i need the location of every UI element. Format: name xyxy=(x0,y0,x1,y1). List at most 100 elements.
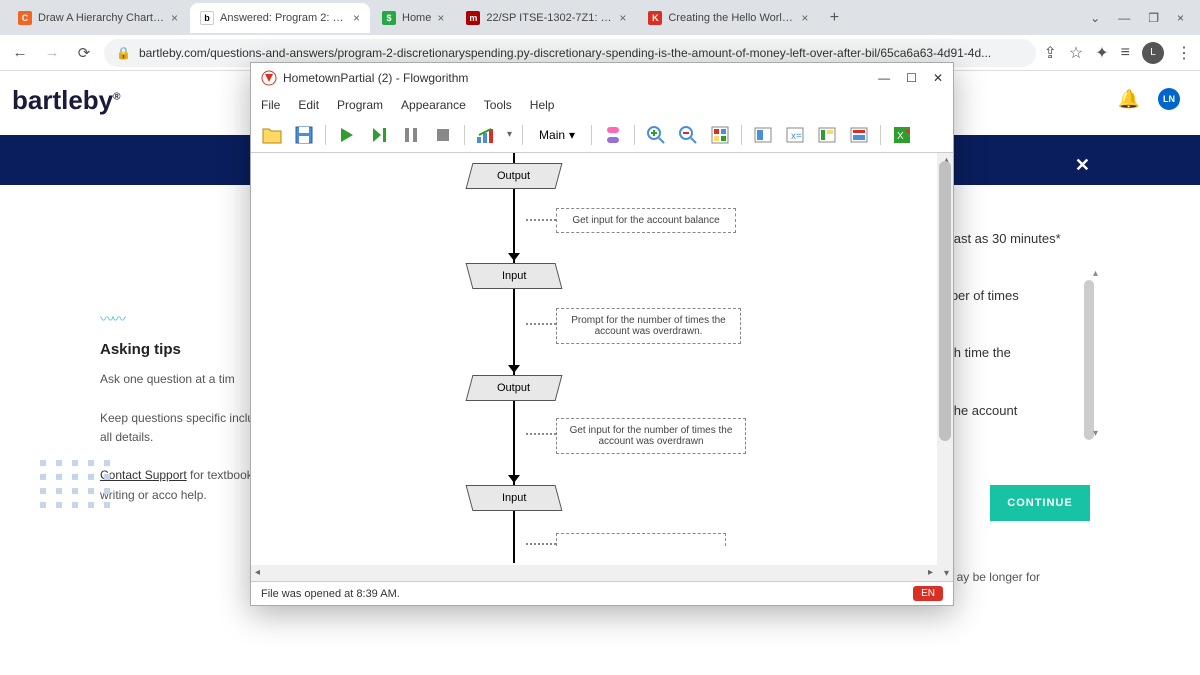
zoom-out-icon[interactable] xyxy=(677,124,699,146)
extension-icon[interactable]: ✦ xyxy=(1095,43,1108,63)
comment-connector xyxy=(526,543,556,545)
comment-box[interactable]: Get input for the account balance xyxy=(556,208,736,233)
tab-title: Draw A Hierarchy Chart And xyxy=(38,12,165,24)
answer-panel-fragment: s fast as 30 minutes* mber of times ach … xyxy=(940,225,1100,482)
layout-icon[interactable] xyxy=(602,124,624,146)
menu-tools[interactable]: Tools xyxy=(484,98,512,112)
language-badge[interactable]: EN xyxy=(913,586,943,601)
new-tab-button[interactable]: + xyxy=(820,4,848,32)
back-button[interactable]: ← xyxy=(8,41,32,65)
share-icon[interactable]: ⇪ xyxy=(1044,43,1057,63)
close-icon[interactable]: × xyxy=(619,11,626,25)
lock-icon: 🔒 xyxy=(116,46,131,60)
reading-list-icon[interactable]: ≡ xyxy=(1121,44,1130,62)
scrollbar-thumb[interactable] xyxy=(939,161,951,441)
svg-text:x=: x= xyxy=(791,131,802,142)
arrow-icon xyxy=(508,475,520,483)
browser-tab[interactable]: C Draw A Hierarchy Chart And × xyxy=(8,3,188,33)
function-dropdown[interactable]: Main ▾ xyxy=(533,126,581,144)
reload-button[interactable]: ⟳ xyxy=(72,41,96,65)
pause-icon[interactable] xyxy=(400,124,422,146)
menu-file[interactable]: File xyxy=(261,98,280,112)
arrow-icon xyxy=(508,365,520,373)
tab-favicon: K xyxy=(648,11,662,25)
save-icon[interactable] xyxy=(293,124,315,146)
input-shape[interactable]: Input xyxy=(466,485,563,511)
output-shape[interactable]: Output xyxy=(466,163,563,189)
layout-style-icon[interactable] xyxy=(709,124,731,146)
comment-box[interactable] xyxy=(556,533,726,546)
output-shape[interactable]: Output xyxy=(466,375,563,401)
window-controls: ⌄ — ❐ × xyxy=(1090,11,1192,25)
bell-icon[interactable]: 🔔 xyxy=(1118,89,1140,110)
scroll-down-icon[interactable]: ▾ xyxy=(1093,428,1098,439)
close-icon[interactable]: ✕ xyxy=(1075,155,1090,176)
contact-support-link[interactable]: Contact Support xyxy=(100,468,187,482)
scrollbar-thumb[interactable] xyxy=(1084,280,1094,440)
comment-box[interactable]: Prompt for the number of times the accou… xyxy=(556,308,741,344)
browser-tab-active[interactable]: b Answered: Program 2: Discre × xyxy=(190,3,370,33)
status-text: File was opened at 8:39 AM. xyxy=(261,588,400,600)
close-icon[interactable]: ✕ xyxy=(933,71,943,85)
speed-icon[interactable] xyxy=(475,124,497,146)
input-shape[interactable]: Input xyxy=(466,263,563,289)
close-icon[interactable]: × xyxy=(353,11,360,25)
close-icon[interactable]: × xyxy=(801,11,808,25)
text-fragment: mber of times xyxy=(940,282,1100,311)
text-fragment: s fast as 30 minutes* xyxy=(940,225,1100,254)
star-icon[interactable]: ☆ xyxy=(1069,43,1083,63)
tool-icon[interactable] xyxy=(816,124,838,146)
scroll-down-icon[interactable]: ▾ xyxy=(944,568,949,579)
step-icon[interactable] xyxy=(368,124,390,146)
tab-title: Creating the Hello World Pro xyxy=(668,12,795,24)
minimize-icon[interactable]: — xyxy=(1118,11,1130,25)
stop-icon[interactable] xyxy=(432,124,454,146)
menu-edit[interactable]: Edit xyxy=(298,98,319,112)
variables-icon[interactable]: x= xyxy=(784,124,806,146)
menu-help[interactable]: Help xyxy=(530,98,555,112)
window-titlebar[interactable]: HometownPartial (2) - Flowgorithm — ☐ ✕ xyxy=(251,63,953,93)
open-icon[interactable] xyxy=(261,124,283,146)
app-icon xyxy=(261,70,277,86)
chevron-down-icon[interactable]: ⌄ xyxy=(1090,11,1100,25)
arrow-icon xyxy=(508,253,520,261)
text-fragment: s the account xyxy=(940,397,1100,426)
maximize-icon[interactable]: ❐ xyxy=(1148,11,1159,25)
zoom-in-icon[interactable] xyxy=(645,124,667,146)
tab-title: 22/SP ITSE-1302-7Z1: Flowch xyxy=(486,12,613,24)
chevron-down-icon: ▾ xyxy=(569,128,575,142)
scroll-up-icon[interactable]: ▴ xyxy=(1093,268,1098,279)
menu-appearance[interactable]: Appearance xyxy=(401,98,466,112)
browser-tab[interactable]: K Creating the Hello World Pro × xyxy=(638,3,818,33)
scroll-right-icon[interactable]: ▸ xyxy=(928,567,933,578)
browser-tab[interactable]: m 22/SP ITSE-1302-7Z1: Flowch × xyxy=(456,3,636,33)
scrollbar-horizontal[interactable]: ◂ ▸ xyxy=(251,565,937,581)
scroll-left-icon[interactable]: ◂ xyxy=(255,567,260,578)
kebab-menu-icon[interactable]: ⋮ xyxy=(1176,43,1192,63)
play-icon[interactable] xyxy=(336,124,358,146)
scrollbar-vertical[interactable]: ▴ ▾ xyxy=(937,153,953,581)
profile-badge[interactable]: L xyxy=(1142,42,1164,64)
close-icon[interactable]: × xyxy=(437,11,444,25)
text-fragment: as xyxy=(940,454,1100,483)
close-icon[interactable]: × xyxy=(1177,11,1184,25)
flowchart-canvas[interactable]: Output Get input for the account balance… xyxy=(251,153,953,581)
maximize-icon[interactable]: ☐ xyxy=(906,71,917,85)
forward-button[interactable]: → xyxy=(40,41,64,65)
close-icon[interactable]: × xyxy=(171,11,178,25)
tab-title: Answered: Program 2: Discre xyxy=(220,12,347,24)
minimize-icon[interactable]: — xyxy=(878,71,890,85)
browser-tab[interactable]: $ Home × xyxy=(372,3,454,33)
continue-button[interactable]: CONTINUE xyxy=(990,485,1090,521)
user-badge[interactable]: LN xyxy=(1158,88,1180,110)
tool-icon[interactable] xyxy=(848,124,870,146)
menu-program[interactable]: Program xyxy=(337,98,383,112)
window-title: HometownPartial (2) - Flowgorithm xyxy=(283,71,468,85)
menu-bar: File Edit Program Appearance Tools Help xyxy=(251,93,953,117)
comment-box[interactable]: Get input for the number of times the ac… xyxy=(556,418,746,454)
bartleby-logo[interactable]: bartleby® xyxy=(12,85,121,116)
export-icon[interactable]: X xyxy=(891,124,913,146)
comment-connector xyxy=(526,433,556,435)
tool-icon[interactable] xyxy=(752,124,774,146)
toolbar: ▾ Main ▾ x= X xyxy=(251,117,953,153)
